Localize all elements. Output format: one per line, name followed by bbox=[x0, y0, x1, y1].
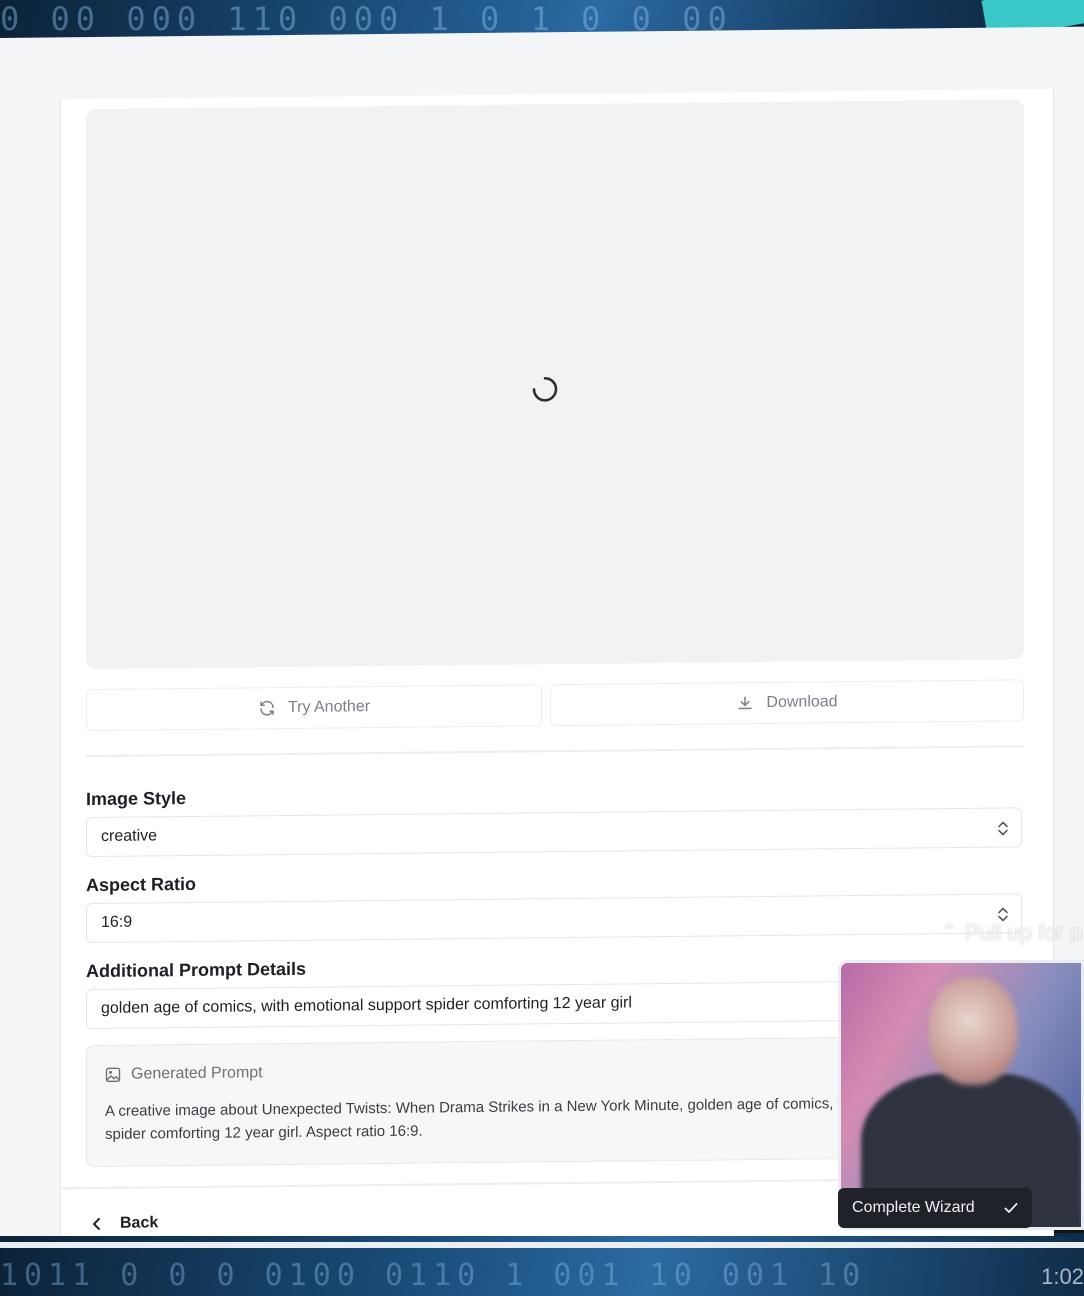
double-chevron-up-icon: ⌃ bbox=[940, 920, 959, 945]
video-timestamp: 1:02 bbox=[1041, 1264, 1084, 1289]
generated-prompt-header: Generated Prompt bbox=[105, 1064, 263, 1084]
try-another-button[interactable]: Try Another bbox=[86, 684, 542, 732]
chevron-left-icon bbox=[93, 1217, 100, 1230]
image-style-value: creative bbox=[101, 827, 158, 845]
pull-up-text: Pull up for p bbox=[964, 920, 1082, 945]
loading-spinner-icon bbox=[532, 376, 558, 402]
back-button[interactable]: Back bbox=[92, 1214, 158, 1233]
chevron-up-down-icon bbox=[998, 821, 1008, 836]
refresh-icon bbox=[260, 700, 274, 716]
additional-prompt-value: golden age of comics, with emotional sup… bbox=[101, 994, 632, 1017]
image-preview bbox=[86, 99, 1024, 670]
try-another-label: Try Another bbox=[287, 698, 371, 716]
download-button[interactable]: Download bbox=[550, 679, 1024, 727]
sidebar-edge bbox=[0, 99, 60, 1260]
binary-digits-bottom: 1011 0 0 0 0100 0110 1 001 10 001 10 bbox=[0, 1258, 867, 1293]
aspect-ratio-value: 16:9 bbox=[101, 913, 133, 931]
background-bottom: 1011 0 0 0 0100 0110 1 001 10 001 10 1:0… bbox=[0, 1236, 1084, 1296]
image-icon bbox=[105, 1067, 121, 1083]
back-label: Back bbox=[120, 1214, 159, 1232]
aspect-ratio-label: Aspect Ratio bbox=[86, 873, 197, 896]
download-label: Download bbox=[766, 693, 838, 711]
webcam-person-head bbox=[929, 977, 1017, 1085]
pull-up-hint: ⌃ Pull up for p bbox=[940, 920, 1082, 946]
image-style-label: Image Style bbox=[86, 788, 187, 810]
window-rail bbox=[0, 1242, 1084, 1248]
generated-prompt-title: Generated Prompt bbox=[131, 1064, 263, 1083]
download-icon bbox=[738, 696, 753, 710]
complete-wizard-label: Complete Wizard bbox=[852, 1199, 975, 1216]
check-icon bbox=[1004, 1203, 1018, 1213]
complete-wizard-button[interactable]: Complete Wizard bbox=[838, 1188, 1032, 1228]
additional-prompt-label: Additional Prompt Details bbox=[86, 958, 307, 982]
